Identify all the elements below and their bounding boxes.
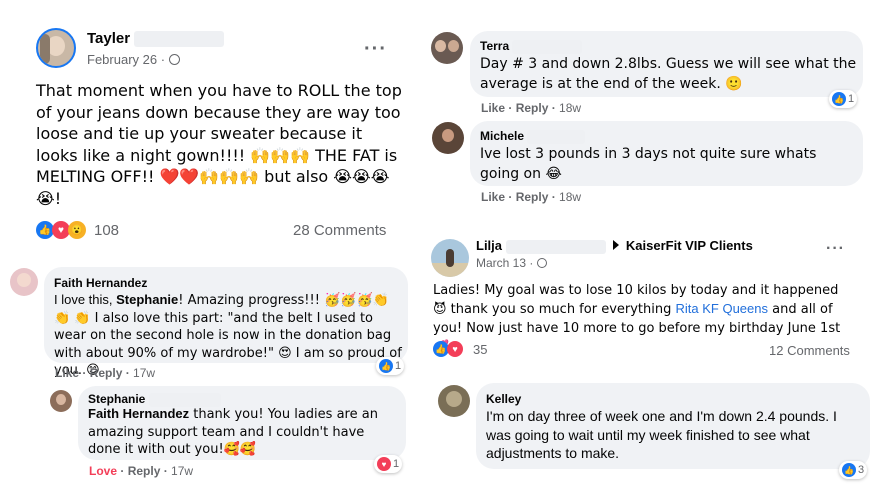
comment-text: I'm on day three of week one and I'm dow… bbox=[486, 408, 837, 462]
avatar[interactable] bbox=[50, 390, 72, 412]
reaction-summary[interactable]: 👍 ♥ 😮 108 bbox=[36, 221, 119, 239]
reply-button[interactable]: Reply bbox=[128, 464, 161, 478]
redaction bbox=[527, 129, 586, 144]
love-reaction-icon: ♥ bbox=[447, 341, 463, 357]
reaction-summary[interactable]: 👍 ♥ 35 bbox=[433, 341, 487, 357]
comment-reactions[interactable]: 👍 1 bbox=[829, 90, 858, 108]
redaction bbox=[148, 392, 221, 407]
comment-text: Ive lost 3 pounds in 3 days not quite su… bbox=[480, 146, 817, 182]
avatar[interactable] bbox=[431, 32, 463, 64]
comment-bubble: Kelley I'm on day three of week one and … bbox=[476, 383, 870, 469]
comment-time[interactable]: 17w bbox=[171, 464, 193, 478]
more-options-icon[interactable]: ··· bbox=[826, 240, 845, 258]
comment-actions: Like · Reply · 18w bbox=[481, 190, 582, 204]
comment-author[interactable]: Michele bbox=[480, 129, 586, 144]
reply-button[interactable]: Reply bbox=[516, 101, 549, 115]
comment-bubble: Michele Ive lost 3 pounds in 3 days not … bbox=[470, 121, 863, 186]
comment-text: Faith Hernandez thank you! You ladies ar… bbox=[88, 406, 378, 457]
comment-time[interactable]: 17w bbox=[133, 366, 155, 380]
like-button[interactable]: Like bbox=[55, 366, 79, 380]
redaction bbox=[512, 39, 583, 54]
like-reaction-icon: 👍 bbox=[832, 92, 846, 106]
like-reaction-icon: 👍 bbox=[842, 463, 856, 477]
comment-reactions[interactable]: ♥ 1 bbox=[374, 455, 403, 473]
avatar[interactable] bbox=[432, 122, 464, 154]
comment-actions: Like · Reply · 17w bbox=[55, 366, 156, 380]
reaction-count: 35 bbox=[473, 341, 488, 357]
post-date[interactable]: February 26 · bbox=[87, 52, 180, 67]
caret-right-icon bbox=[613, 240, 620, 250]
wow-reaction-icon: 😮 bbox=[68, 221, 86, 239]
reply-button[interactable]: Reply bbox=[90, 366, 123, 380]
comment-actions: Love · Reply · 17w bbox=[89, 464, 194, 478]
like-button[interactable]: Like bbox=[481, 101, 505, 115]
redaction bbox=[134, 31, 225, 48]
post-author[interactable]: Lilja KaiserFit VIP Clients bbox=[476, 238, 753, 254]
globe-icon bbox=[168, 54, 180, 65]
avatar[interactable] bbox=[431, 239, 469, 277]
comments-count[interactable]: 12 Comments bbox=[769, 343, 850, 358]
like-reaction-icon: 👍 bbox=[379, 359, 393, 373]
comment-author[interactable]: Faith Hernandez bbox=[54, 276, 147, 290]
avatar[interactable] bbox=[10, 268, 38, 296]
reply-bubble: Stephanie Faith Hernandez thank you! You… bbox=[78, 386, 406, 460]
love-button[interactable]: Love bbox=[89, 464, 117, 478]
post-author[interactable]: Tayler bbox=[87, 30, 225, 48]
post-date[interactable]: March 13 · bbox=[476, 256, 547, 270]
comment-author[interactable]: Terra bbox=[480, 39, 583, 54]
redaction bbox=[505, 239, 606, 254]
comment-bubble: Terra Day # 3 and down 2.8lbs. Guess we … bbox=[470, 31, 863, 97]
group-name[interactable]: KaiserFit VIP Clients bbox=[626, 238, 753, 253]
comments-count[interactable]: 28 Comments bbox=[293, 222, 386, 239]
love-reaction-icon: ♥ bbox=[377, 457, 391, 471]
comment-reactions[interactable]: 👍 3 bbox=[839, 461, 868, 479]
more-options-icon[interactable]: ··· bbox=[364, 38, 387, 61]
globe-icon bbox=[536, 258, 547, 268]
mention-link[interactable]: Rita KF Queens bbox=[676, 301, 769, 316]
avatar[interactable] bbox=[36, 28, 76, 68]
like-button[interactable]: Like bbox=[481, 190, 505, 204]
comment-bubble: Faith Hernandez I love this, Stephanie! … bbox=[44, 267, 408, 378]
comment-author[interactable]: Kelley bbox=[486, 392, 521, 406]
reply-button[interactable]: Reply bbox=[516, 190, 549, 204]
comment-reactions[interactable]: 👍 1 bbox=[376, 357, 405, 375]
comment-text: Day # 3 and down 2.8lbs. Guess we will s… bbox=[480, 56, 857, 92]
comment-time[interactable]: 18w bbox=[559, 101, 581, 115]
comment-time[interactable]: 18w bbox=[559, 190, 581, 204]
post-text: That moment when you have to ROLL the to… bbox=[36, 81, 402, 208]
comment-actions: Like · Reply · 18w bbox=[481, 101, 582, 115]
comment-author[interactable]: Stephanie bbox=[88, 392, 221, 407]
avatar[interactable] bbox=[438, 385, 470, 417]
reaction-count: 108 bbox=[94, 221, 120, 239]
